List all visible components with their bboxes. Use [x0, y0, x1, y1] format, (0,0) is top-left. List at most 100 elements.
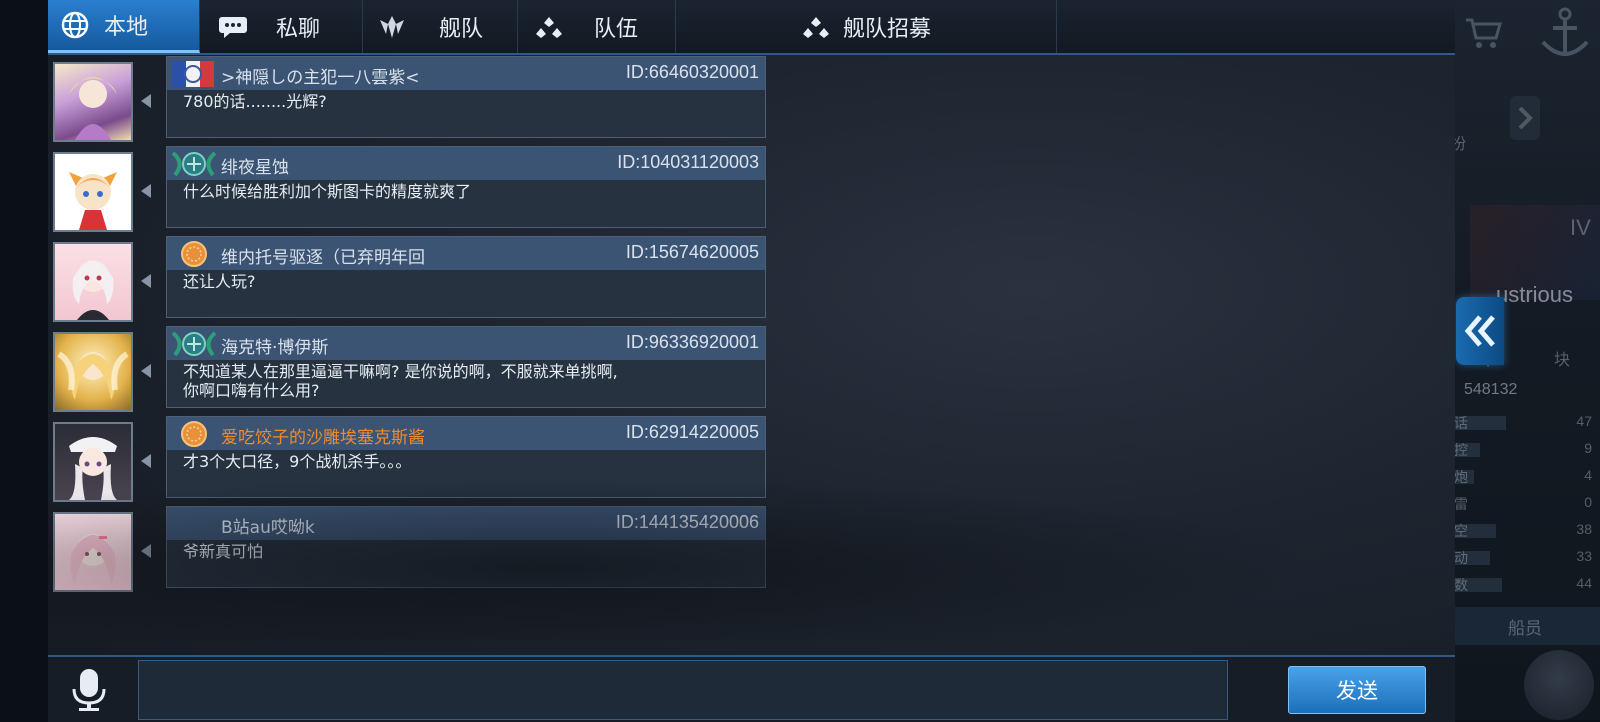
- avatar[interactable]: [53, 152, 133, 232]
- tab-label: 本地: [104, 15, 149, 40]
- voice-input-button[interactable]: [68, 667, 110, 713]
- tab-local[interactable]: 本地: [48, 0, 200, 53]
- collapse-chat-button[interactable]: [1456, 297, 1504, 365]
- sender-id: ID:104031120003: [617, 152, 759, 172]
- chat-message: 绯夜星蚀 ID:104031120003 什么时候给胜利加个斯图卡的精度就爽了: [53, 146, 766, 232]
- stat-value: 44: [1576, 575, 1592, 591]
- stat-label: 雷: [1454, 496, 1468, 512]
- stat-row: 话 47: [1450, 413, 1600, 433]
- chat-window: 本地 私聊 舰队 队伍 舰队招募 >神隠しの主犯一八雲紫< ID:6646032…: [48, 0, 1455, 722]
- message-bubble: 海克特·博伊斯 ID:96336920001 不知道某人在那里逼逼干嘛啊? 是你…: [166, 326, 766, 408]
- avatar[interactable]: [53, 242, 133, 322]
- double-chevron-left-icon: [1464, 315, 1495, 347]
- bubble-pointer: [141, 544, 151, 558]
- message-text: 才3个大口径，9个战机杀手。。。: [183, 452, 412, 471]
- stat-value: 0: [1584, 494, 1592, 510]
- message-text: 不知道某人在那里逼逼干嘛啊? 是你说的啊，不服就来单挑啊, 你啊口嗨有什么用?: [183, 362, 618, 400]
- stat-label-module: 块: [1554, 352, 1571, 369]
- crew-label: 船员: [1508, 618, 1542, 638]
- stat-label: 控: [1454, 442, 1468, 458]
- tab-label: 私聊: [276, 16, 321, 42]
- sender-name[interactable]: 爱吃饺子的沙雕埃塞克斯酱: [221, 423, 425, 448]
- sender-id: ID:62914220005: [625, 422, 759, 442]
- sender-name[interactable]: 绯夜星蚀: [221, 153, 289, 178]
- sender-name[interactable]: 维内托号驱逐（已弃明年回: [221, 243, 425, 268]
- avatar[interactable]: [53, 62, 133, 142]
- sender-id: ID:144135420006: [615, 512, 759, 532]
- sender-id: ID:15674620005: [625, 242, 759, 262]
- tab-label: 舰队: [439, 16, 484, 42]
- stat-row: 雷 0: [1450, 494, 1600, 514]
- anchor-icon: [1541, 7, 1589, 56]
- stat-label: 炮: [1454, 469, 1468, 485]
- stat-row: 动 33: [1450, 548, 1600, 568]
- stat-row: 数 44: [1450, 575, 1600, 595]
- sender-name[interactable]: B站au哎呦k: [221, 513, 315, 538]
- fleet-emblem-icon: [377, 12, 407, 42]
- chat-bubble-icon: [218, 12, 248, 42]
- stat-row: 炮 4: [1450, 467, 1600, 487]
- tab-team[interactable]: 队伍: [518, 0, 676, 53]
- tab-label: 队伍: [594, 16, 639, 42]
- team-icon: [801, 12, 831, 42]
- chat-message: 维内托号驱逐（已弃明年回 ID:15674620005 还让人玩?: [53, 236, 766, 322]
- chat-tab-bar: 本地 私聊 舰队 队伍 舰队招募: [48, 0, 1455, 55]
- chat-message: 海克特·博伊斯 ID:96336920001 不知道某人在那里逼逼干嘛啊? 是你…: [53, 326, 766, 412]
- message-header: 海克特·博伊斯 ID:96336920001: [167, 327, 765, 360]
- team-icon: [534, 12, 564, 42]
- stat-label: 数: [1454, 577, 1468, 593]
- shop-cart-icon: [1466, 18, 1502, 48]
- crew-button: 船员: [1450, 607, 1600, 645]
- next-arrow-icon: [1510, 96, 1540, 140]
- stat-value: 9: [1584, 440, 1592, 456]
- stat-row: 控 9: [1450, 440, 1600, 460]
- orange-medal-icon: [171, 419, 217, 449]
- tab-fleet[interactable]: 舰队: [363, 0, 518, 53]
- message-bubble: 爱吃饺子的沙雕埃塞克斯酱 ID:62914220005 才3个大口径，9个战机杀…: [166, 416, 766, 498]
- power-value: 548132: [1464, 381, 1518, 398]
- message-header: 爱吃饺子的沙雕埃塞克斯酱 ID:62914220005: [167, 417, 765, 450]
- stat-label: 话: [1454, 415, 1468, 431]
- orange-medal-icon: [171, 239, 217, 269]
- message-text: 什么时候给胜利加个斯图卡的精度就爽了: [183, 182, 472, 201]
- message-bubble: >神隠しの主犯一八雲紫< ID:66460320001 780的话.......…: [166, 56, 766, 138]
- chat-message: >神隠しの主犯一八雲紫< ID:66460320001 780的话.......…: [53, 56, 766, 142]
- avatar[interactable]: [53, 422, 133, 502]
- ship-name: ustrious: [1496, 282, 1574, 307]
- message-bubble: 维内托号驱逐（已弃明年回 ID:15674620005 还让人玩?: [166, 236, 766, 318]
- stat-value: 33: [1576, 548, 1592, 564]
- chat-message: 爱吃饺子的沙雕埃塞克斯酱 ID:62914220005 才3个大口径，9个战机杀…: [53, 416, 766, 502]
- stat-label: 空: [1454, 523, 1468, 539]
- bubble-pointer: [141, 274, 151, 288]
- message-header: >神隠しの主犯一八雲紫< ID:66460320001: [167, 57, 765, 90]
- green-emblem-icon: [171, 329, 217, 359]
- bubble-pointer: [141, 364, 151, 378]
- tab-fleet-recruit[interactable]: 舰队招募: [676, 0, 1057, 53]
- message-header: B站au哎呦k ID:144135420006: [167, 507, 765, 540]
- tab-private[interactable]: 私聊: [200, 0, 363, 53]
- message-input[interactable]: [138, 660, 1228, 720]
- send-button[interactable]: 发送: [1288, 666, 1426, 714]
- sender-id: ID:66460320001: [625, 62, 759, 82]
- ship-tier: IV: [1570, 215, 1591, 240]
- sender-name[interactable]: >神隠しの主犯一八雲紫<: [221, 63, 420, 88]
- message-text: 780的话........光辉?: [183, 92, 327, 111]
- chat-message: B站au哎呦k ID:144135420006 爷新真可怕: [53, 506, 766, 592]
- message-text: 爷新真可怕: [183, 542, 264, 561]
- globe-icon: [60, 10, 90, 40]
- stat-value: 38: [1576, 521, 1592, 537]
- microphone-icon: [72, 669, 106, 711]
- message-bubble: 绯夜星蚀 ID:104031120003 什么时候给胜利加个斯图卡的精度就爽了: [166, 146, 766, 228]
- stat-row: 空 38: [1450, 521, 1600, 541]
- sender-name[interactable]: 海克特·博伊斯: [221, 333, 328, 358]
- green-emblem-icon: [171, 149, 217, 179]
- avatar[interactable]: [53, 332, 133, 412]
- bubble-pointer: [141, 454, 151, 468]
- bubble-pointer: [141, 94, 151, 108]
- stat-value: 4: [1584, 467, 1592, 483]
- avatar[interactable]: [53, 512, 133, 592]
- message-header: 维内托号驱逐（已弃明年回 ID:15674620005: [167, 237, 765, 270]
- chat-input-bar: 发送: [48, 655, 1455, 722]
- message-bubble: B站au哎呦k ID:144135420006 爷新真可怕: [166, 506, 766, 588]
- message-text: 还让人玩?: [183, 272, 256, 291]
